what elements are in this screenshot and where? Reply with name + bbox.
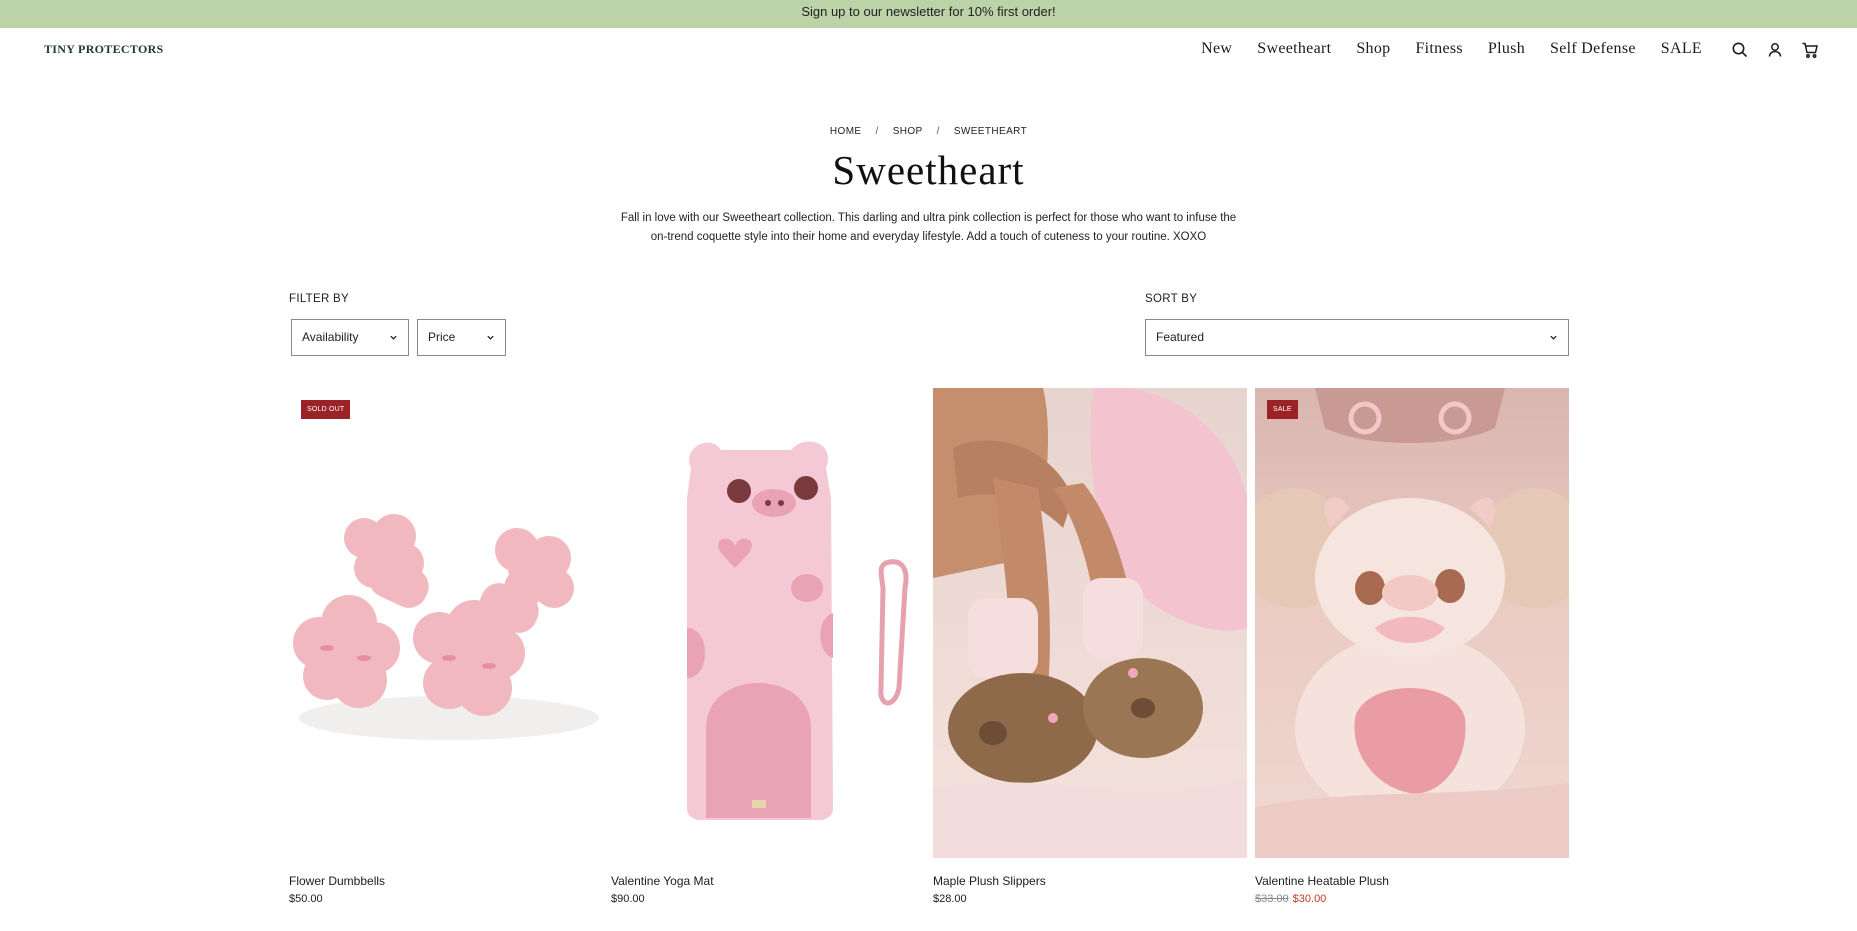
- slippers-photo: [933, 388, 1247, 858]
- product-image[interactable]: SALE: [1255, 388, 1569, 858]
- availability-filter[interactable]: Availability: [291, 319, 409, 356]
- main-nav: New Sweetheart Shop Fitness Plush Self D…: [1176, 40, 1702, 58]
- product-card[interactable]: SALE Valentine Heatable Plush $33.00 $30.…: [1255, 388, 1569, 905]
- breadcrumb-shop[interactable]: SHOP: [893, 126, 923, 137]
- nav-item-sweetheart[interactable]: Sweetheart: [1257, 40, 1331, 58]
- page-title: Sweetheart: [832, 147, 1025, 193]
- plush-photo: [1255, 388, 1569, 858]
- product-image[interactable]: [611, 388, 925, 858]
- announcement-bar[interactable]: Sign up to our newsletter for 10% first …: [0, 0, 1857, 28]
- product-image[interactable]: SOLD OUT: [289, 388, 603, 858]
- product-image[interactable]: [933, 388, 1247, 858]
- description-line: Fall in love with our Sweetheart collect…: [620, 212, 1237, 224]
- chevron-down-icon: [1550, 335, 1557, 340]
- original-price: $33.00: [1255, 893, 1289, 905]
- chevron-down-icon: [390, 335, 397, 340]
- product-name[interactable]: Flower Dumbbells: [289, 874, 385, 888]
- breadcrumb-current: SWEETHEART: [953, 126, 1028, 137]
- product-card[interactable]: Maple Plush Slippers $28.00: [933, 388, 1247, 905]
- sale-price: $30.00: [1292, 893, 1327, 905]
- breadcrumb-home[interactable]: HOME: [830, 126, 862, 137]
- product-name[interactable]: Valentine Yoga Mat: [611, 874, 714, 888]
- site-logo[interactable]: TINY PROTECTORS: [44, 42, 164, 57]
- yoga-mat-illustration: [687, 441, 909, 820]
- product-card[interactable]: Valentine Yoga Mat $90.00: [611, 388, 925, 905]
- nav-item-new[interactable]: New: [1201, 40, 1232, 58]
- product-price: $90.00: [611, 893, 645, 905]
- product-name[interactable]: Valentine Heatable Plush: [1255, 874, 1389, 888]
- sale-badge: SALE: [1267, 400, 1298, 419]
- description-line: on-trend coquette style into their home …: [650, 231, 1207, 243]
- cart-icon[interactable]: [1801, 41, 1819, 59]
- availability-filter-label: Availability: [302, 330, 359, 344]
- sold-out-badge: SOLD OUT: [301, 400, 351, 419]
- price-filter-label: Price: [428, 330, 456, 344]
- filter-label: FILTER BY: [289, 293, 349, 305]
- dumbbells-illustration: [293, 514, 599, 740]
- sort-select-value: Featured: [1156, 330, 1205, 344]
- product-price: $50.00: [289, 893, 323, 905]
- nav-item-sale[interactable]: SALE: [1661, 40, 1702, 58]
- sort-label: SORT BY: [1145, 293, 1198, 305]
- collection-description: Fall in love with our Sweetheart collect…: [598, 209, 1259, 247]
- account-icon[interactable]: [1766, 41, 1784, 59]
- breadcrumb-separator: /: [875, 126, 879, 137]
- product-card[interactable]: SOLD OUT Flower Dumbbells $50.00: [289, 388, 603, 905]
- product-price: $33.00 $30.00: [1255, 893, 1326, 905]
- sort-select[interactable]: Featured: [1145, 319, 1569, 356]
- site-header: TINY PROTECTORS New Sweetheart Shop Fitn…: [0, 28, 1857, 74]
- search-icon[interactable]: [1731, 41, 1749, 59]
- nav-item-self-defense[interactable]: Self Defense: [1550, 40, 1636, 58]
- product-price: $28.00: [933, 893, 967, 905]
- breadcrumb-separator: /: [936, 126, 940, 137]
- nav-item-plush[interactable]: Plush: [1488, 40, 1525, 58]
- header-icons: [1731, 41, 1819, 59]
- product-name[interactable]: Maple Plush Slippers: [933, 874, 1046, 888]
- nav-item-fitness[interactable]: Fitness: [1415, 40, 1462, 58]
- nav-item-shop[interactable]: Shop: [1356, 40, 1390, 58]
- chevron-down-icon: [487, 335, 494, 340]
- price-filter[interactable]: Price: [417, 319, 506, 356]
- breadcrumb: HOME / SHOP / SWEETHEART: [0, 126, 1857, 137]
